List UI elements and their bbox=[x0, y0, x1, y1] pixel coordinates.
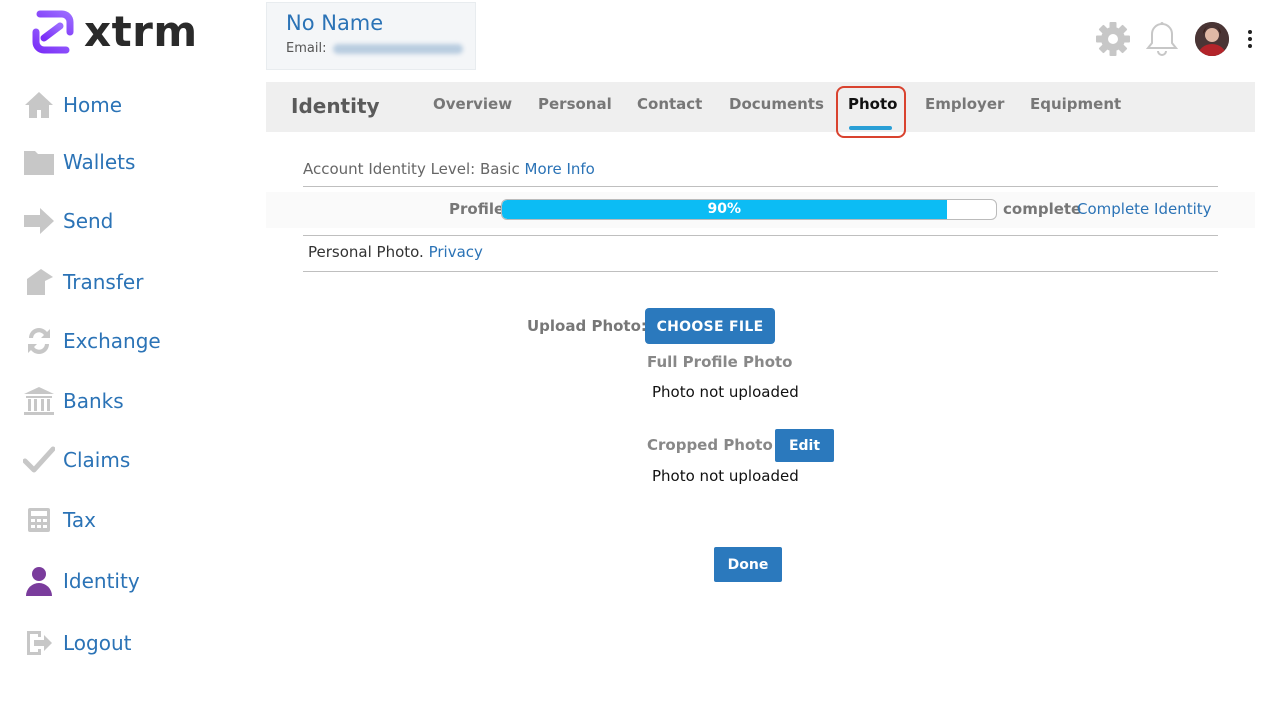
sidebar-item-label: Banks bbox=[63, 389, 124, 413]
settings-gear-icon[interactable] bbox=[1095, 20, 1131, 62]
choose-file-button[interactable]: CHOOSE FILE bbox=[645, 308, 775, 344]
sidebar-item-label: Send bbox=[63, 209, 114, 233]
identity-tabbar: Identity Overview Personal Contact Docum… bbox=[266, 82, 1255, 138]
divider bbox=[303, 271, 1218, 272]
checkmark-icon bbox=[22, 443, 56, 477]
sidebar-item-exchange[interactable]: Exchange bbox=[22, 321, 161, 361]
tab-documents[interactable]: Documents bbox=[729, 95, 824, 113]
user-avatar[interactable] bbox=[1195, 22, 1229, 56]
tab-personal[interactable]: Personal bbox=[538, 95, 612, 113]
sidebar-item-banks[interactable]: Banks bbox=[22, 381, 124, 421]
logo-text: xtrm bbox=[84, 7, 198, 56]
complete-identity-link[interactable]: Complete Identity bbox=[1077, 200, 1212, 218]
sidebar-item-home[interactable]: Home bbox=[22, 85, 122, 125]
folder-icon bbox=[22, 145, 56, 179]
xtrm-logo[interactable]: xtrm bbox=[28, 8, 198, 56]
logout-icon bbox=[22, 626, 56, 660]
identity-level-text: Account Identity Level: Basic bbox=[303, 160, 520, 178]
bank-icon bbox=[22, 384, 56, 418]
tab-equipment[interactable]: Equipment bbox=[1030, 95, 1121, 113]
sidebar-item-label: Claims bbox=[63, 448, 131, 472]
email-value-blurred bbox=[332, 43, 463, 54]
logo-mark-icon bbox=[32, 10, 74, 54]
section-title: Identity bbox=[291, 94, 380, 118]
sidebar-item-label: Wallets bbox=[63, 150, 136, 174]
user-name: No Name bbox=[286, 11, 384, 35]
full-photo-status: Photo not uploaded bbox=[652, 383, 799, 401]
sidebar-item-send[interactable]: Send bbox=[22, 201, 113, 241]
sidebar-item-label: Transfer bbox=[63, 270, 144, 294]
sidebar-item-label: Logout bbox=[63, 631, 132, 655]
send-arrow-icon bbox=[22, 204, 56, 238]
profile-label: Profile bbox=[449, 200, 505, 218]
sidebar-item-transfer[interactable]: Transfer bbox=[22, 262, 143, 302]
exchange-icon bbox=[22, 324, 56, 358]
tab-photo-highlight bbox=[836, 86, 906, 138]
calculator-icon bbox=[22, 503, 56, 537]
progress-percent: 90% bbox=[707, 201, 742, 217]
tab-contact[interactable]: Contact bbox=[637, 95, 702, 113]
cropped-photo-status: Photo not uploaded bbox=[652, 467, 799, 485]
transfer-icon bbox=[22, 265, 56, 299]
sidebar-item-label: Home bbox=[63, 93, 123, 117]
user-info-box: No Name Email: bbox=[266, 2, 476, 70]
sidebar-item-logout[interactable]: Logout bbox=[22, 623, 131, 663]
divider bbox=[303, 235, 1218, 236]
personal-photo-line: Personal Photo. Privacy bbox=[308, 243, 483, 261]
sidebar-item-label: Exchange bbox=[63, 329, 161, 353]
complete-text: complete bbox=[1003, 200, 1082, 218]
cropped-photo-label: Cropped Photo bbox=[647, 436, 773, 454]
notification-bell-icon[interactable] bbox=[1145, 21, 1179, 61]
more-options-icon[interactable] bbox=[1244, 30, 1256, 48]
more-info-link[interactable]: More Info bbox=[525, 160, 595, 178]
sidebar-item-identity[interactable]: Identity bbox=[22, 561, 140, 601]
sidebar-item-label: Identity bbox=[63, 569, 140, 593]
email-label: Email: bbox=[286, 41, 327, 56]
divider bbox=[303, 186, 1218, 187]
edit-cropped-photo-button[interactable]: Edit bbox=[775, 429, 834, 462]
user-email: Email: bbox=[286, 41, 475, 56]
sidebar-item-claims[interactable]: Claims bbox=[22, 440, 130, 480]
full-profile-photo-label: Full Profile Photo bbox=[647, 353, 793, 371]
profile-progress-bar: 90% bbox=[501, 199, 997, 220]
sidebar-item-wallets[interactable]: Wallets bbox=[22, 142, 135, 182]
identity-level-line: Account Identity Level: Basic More Info bbox=[303, 160, 595, 178]
sidebar-item-label: Tax bbox=[63, 508, 96, 532]
person-icon bbox=[22, 564, 56, 598]
home-icon bbox=[22, 88, 56, 122]
sidebar-item-tax[interactable]: Tax bbox=[22, 500, 96, 540]
personal-photo-text: Personal Photo. bbox=[308, 243, 424, 261]
tab-overview[interactable]: Overview bbox=[433, 95, 512, 113]
tab-employer[interactable]: Employer bbox=[925, 95, 1004, 113]
done-button[interactable]: Done bbox=[714, 547, 782, 582]
upload-photo-label: Upload Photo: bbox=[527, 317, 647, 335]
privacy-link[interactable]: Privacy bbox=[429, 243, 483, 261]
